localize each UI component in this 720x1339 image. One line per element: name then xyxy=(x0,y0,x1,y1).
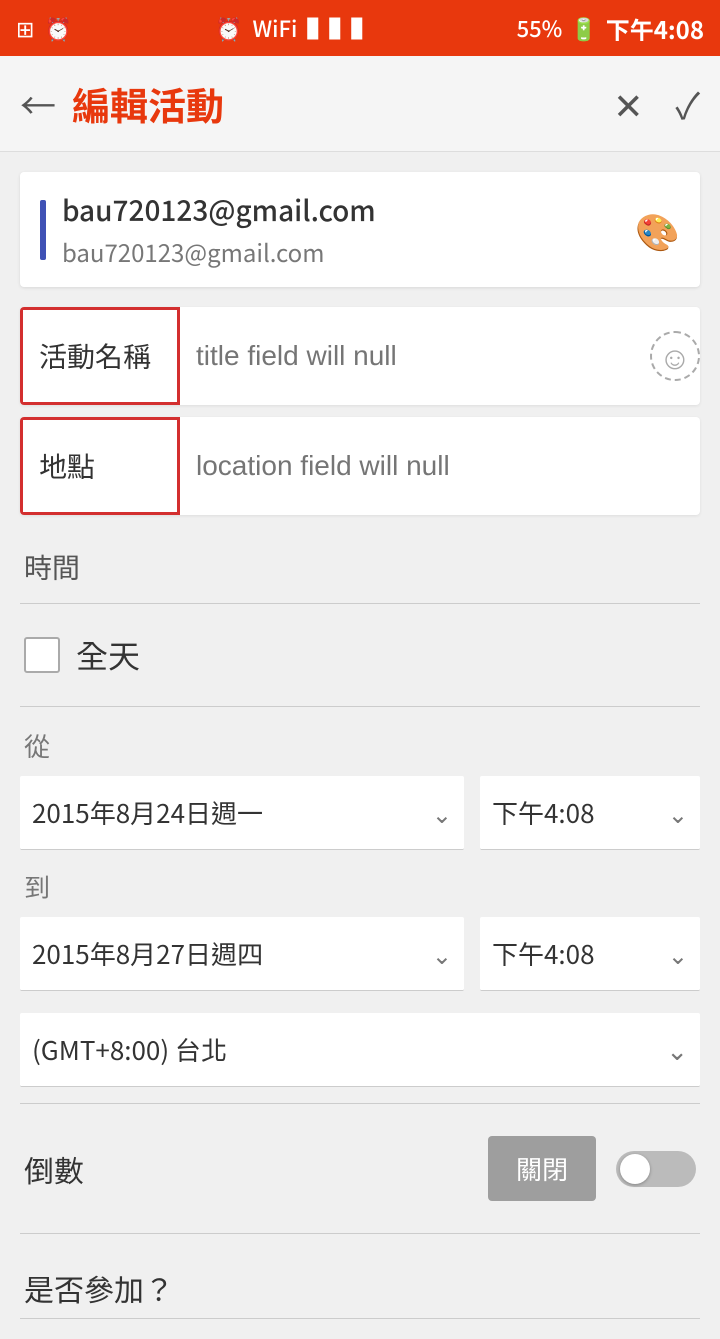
account-card[interactable]: bau720123@gmail.com bau720123@gmail.com … xyxy=(20,172,700,287)
to-time-chevron-icon: ⌄ xyxy=(668,936,688,971)
countdown-toggle-thumb xyxy=(620,1154,650,1184)
main-content: bau720123@gmail.com bau720123@gmail.com … xyxy=(0,152,720,1339)
participate-label: 是否參加？ xyxy=(20,1242,700,1314)
countdown-divider xyxy=(20,1233,700,1234)
status-bar: ⊞ ⏰ ⏰ WiFi ▌▌▌ 55% 🔋 下午4:08 xyxy=(0,0,720,56)
to-date-picker[interactable]: 2015年8月27日週四 ⌄ xyxy=(20,917,464,991)
back-button[interactable]: ← xyxy=(20,78,56,130)
countdown-toggle-group: 關閉 xyxy=(488,1136,696,1201)
from-row: 2015年8月24日週一 ⌄ 下午4:08 ⌄ xyxy=(20,770,700,856)
palette-icon[interactable]: 🎨 xyxy=(635,204,680,256)
countdown-toggle-track[interactable] xyxy=(616,1151,696,1187)
all-day-row[interactable]: 全天 xyxy=(20,612,700,698)
status-right: 55% 🔋 下午4:08 xyxy=(517,11,704,46)
battery-percent: 55% xyxy=(517,12,563,44)
countdown-label: 倒數 xyxy=(24,1147,84,1191)
countdown-toggle-button[interactable]: 關閉 xyxy=(488,1136,596,1201)
account-name: bau720123@gmail.com xyxy=(62,190,635,230)
timezone-chevron-icon: ⌄ xyxy=(666,1031,688,1068)
close-button[interactable]: ✕ xyxy=(613,78,643,130)
wifi-icon: WiFi xyxy=(253,12,298,44)
time-section-label: 時間 xyxy=(20,527,700,595)
title-label: 活動名稱 xyxy=(20,307,180,405)
signal-bars-icon: ▌▌▌ xyxy=(307,12,373,44)
all-day-checkbox[interactable] xyxy=(24,637,60,673)
status-center-icons: ⏰ WiFi ▌▌▌ xyxy=(215,12,373,44)
to-row: 2015年8月27日週四 ⌄ 下午4:08 ⌄ xyxy=(20,911,700,997)
title-input[interactable] xyxy=(180,314,650,398)
from-date-text: 2015年8月24日週一 xyxy=(32,794,263,831)
timezone-text: (GMT+8:00) 台北 xyxy=(32,1031,227,1068)
from-time-picker[interactable]: 下午4:08 ⌄ xyxy=(480,776,700,850)
account-email: bau720123@gmail.com xyxy=(62,234,635,269)
from-label: 從 xyxy=(20,715,700,770)
location-input[interactable] xyxy=(180,424,700,508)
timezone-picker[interactable]: (GMT+8:00) 台北 ⌄ xyxy=(20,1013,700,1087)
alarm-icon: ⏰ xyxy=(44,12,71,44)
page-title: 編輯活動 xyxy=(72,76,613,131)
title-field-row: 活動名稱 ☺ xyxy=(20,307,700,405)
participate-divider xyxy=(20,1318,700,1319)
from-time-chevron-icon: ⌄ xyxy=(668,795,688,830)
to-time-text: 下午4:08 xyxy=(492,935,595,972)
clock-icon: ⏰ xyxy=(215,12,242,44)
location-label: 地點 xyxy=(20,417,180,515)
checkbox-divider xyxy=(20,706,700,707)
battery-icon: 🔋 xyxy=(570,12,597,44)
to-date-text: 2015年8月27日週四 xyxy=(32,935,263,972)
app-bar-actions: ✕ ✓ xyxy=(613,78,700,130)
smiley-icon: ☺ xyxy=(650,331,700,381)
account-info: bau720123@gmail.com bau720123@gmail.com xyxy=(62,190,635,269)
from-time-text: 下午4:08 xyxy=(492,794,595,831)
status-left-icons: ⊞ ⏰ xyxy=(16,12,72,44)
confirm-button[interactable]: ✓ xyxy=(675,78,700,130)
from-date-chevron-icon: ⌄ xyxy=(432,795,452,830)
location-field-row: 地點 xyxy=(20,417,700,515)
time-divider xyxy=(20,603,700,604)
grid-icon: ⊞ xyxy=(16,12,34,44)
to-date-chevron-icon: ⌄ xyxy=(432,936,452,971)
from-date-picker[interactable]: 2015年8月24日週一 ⌄ xyxy=(20,776,464,850)
to-label: 到 xyxy=(20,856,700,911)
account-color-indicator xyxy=(40,200,46,260)
app-bar: ← 編輯活動 ✕ ✓ xyxy=(0,56,720,152)
status-time: 下午4:08 xyxy=(606,11,704,46)
timezone-divider xyxy=(20,1103,700,1104)
countdown-row: 倒數 關閉 xyxy=(20,1112,700,1225)
to-time-picker[interactable]: 下午4:08 ⌄ xyxy=(480,917,700,991)
all-day-label: 全天 xyxy=(76,632,140,678)
